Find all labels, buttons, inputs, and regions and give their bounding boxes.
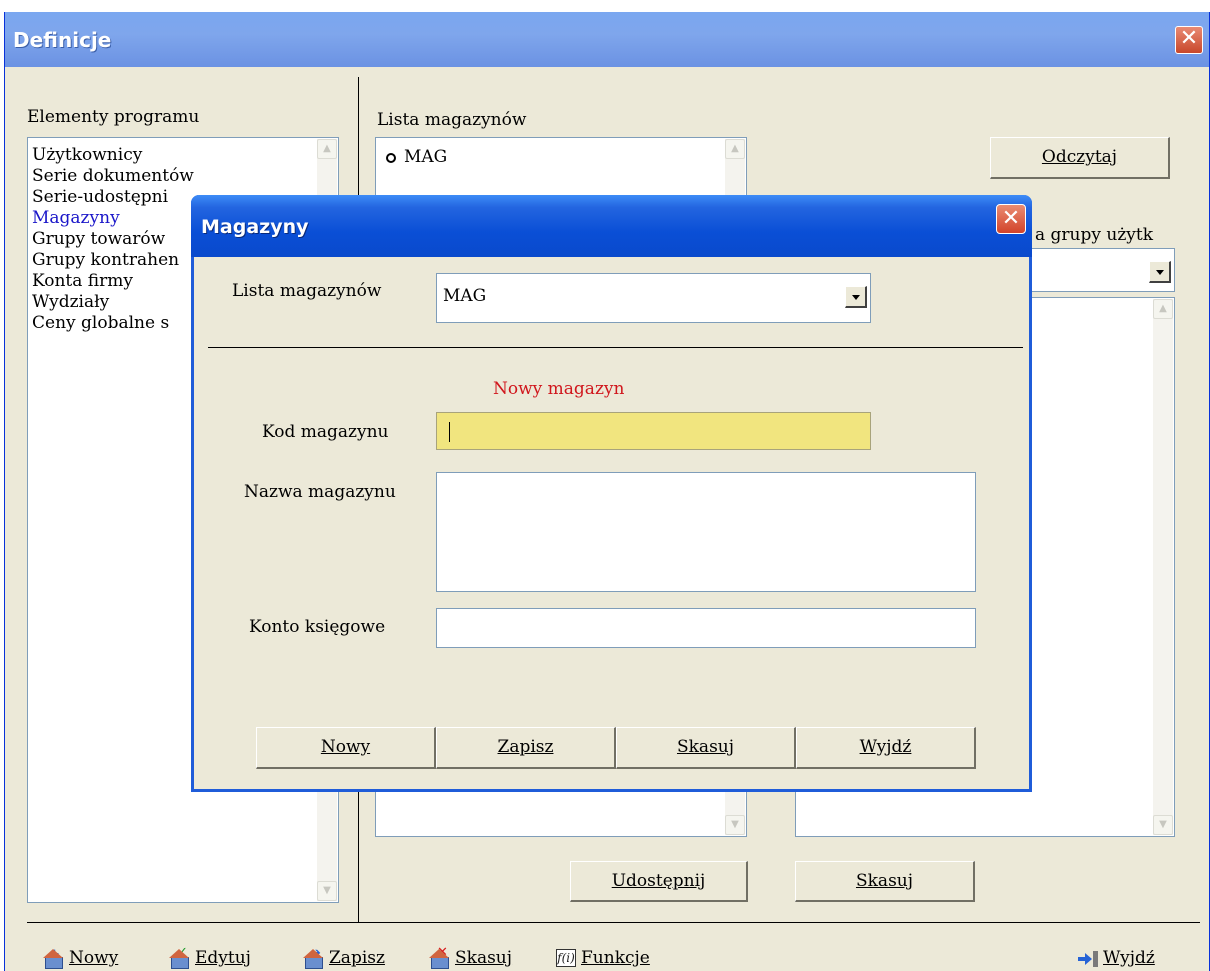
toolbar-save-button[interactable]: ➔ Zapisz — [303, 945, 385, 971]
toolbar-divider — [27, 922, 1200, 923]
window-title: Definicje — [13, 28, 112, 52]
share-button-label: Udostępnij — [611, 871, 706, 891]
scroll-down-icon[interactable]: ▼ — [725, 815, 745, 835]
dialog-close-button[interactable]: ✕ — [996, 204, 1026, 234]
read-button[interactable]: Odczytaj — [990, 137, 1170, 179]
dialog-exit-button-label: Wyjdź — [859, 737, 912, 757]
toolbar-exit-label: Wyjdź — [1103, 948, 1155, 968]
toolbar-exit-button[interactable]: Wyjdź — [1077, 945, 1155, 971]
toolbar-save-label: Zapisz — [329, 948, 385, 968]
save-icon: ➔ — [303, 947, 325, 969]
name-input[interactable] — [436, 472, 976, 592]
dialog-divider — [208, 347, 1023, 348]
functions-icon: f(i) — [555, 948, 577, 968]
chevron-down-icon[interactable] — [845, 286, 867, 308]
warehouse-item-mag[interactable]: MAG — [386, 148, 447, 167]
scroll-up-icon[interactable]: ▲ — [1153, 299, 1173, 319]
list-item-users[interactable]: Użytkownicy — [32, 146, 142, 165]
window-titlebar[interactable]: Definicje ✕ — [5, 12, 1209, 67]
dialog-delete-button-label: Skasuj — [676, 737, 735, 757]
scroll-up-icon[interactable]: ▲ — [725, 139, 745, 159]
toolbar-functions-button[interactable]: f(i) Funkcje — [555, 945, 650, 971]
warehouse-list-select[interactable]: MAG — [436, 273, 871, 323]
dialog-exit-button[interactable]: Wyjdź — [796, 727, 976, 769]
share-button[interactable]: Udostępnij — [570, 861, 748, 902]
toolbar-delete-label: Skasuj — [455, 948, 513, 968]
account-input[interactable] — [436, 608, 976, 648]
list-item-departments[interactable]: Wydziały — [32, 293, 109, 312]
delete-share-button-label: Skasuj — [855, 871, 914, 891]
new-warehouse-status: Nowy magazyn — [493, 379, 625, 399]
user-group-list-scrollbar[interactable]: ▲ ▼ — [1153, 299, 1173, 835]
chevron-down-icon[interactable] — [1149, 261, 1171, 283]
list-item-contractor-groups[interactable]: Grupy kontrahen — [32, 251, 179, 270]
dialog-delete-button[interactable]: Skasuj — [616, 727, 796, 769]
warehouse-item-label: MAG — [404, 147, 448, 167]
code-input[interactable] — [436, 412, 871, 450]
scroll-up-icon[interactable]: ▲ — [317, 139, 337, 159]
delete-share-button[interactable]: Skasuj — [795, 861, 975, 902]
dialog-save-button-label: Zapisz — [497, 737, 554, 757]
list-item-series-sharing[interactable]: Serie-udostępni — [32, 188, 168, 207]
scroll-down-icon[interactable]: ▼ — [317, 881, 337, 901]
user-group-select[interactable] — [1030, 248, 1175, 292]
toolbar-edit-label: Edytuj — [195, 948, 251, 968]
dialog-save-button[interactable]: Zapisz — [436, 727, 616, 769]
warehouse-list-label: Lista magazynów — [377, 110, 527, 130]
scroll-down-icon[interactable]: ▼ — [1153, 815, 1173, 835]
read-button-label: Odczytaj — [1041, 147, 1118, 167]
warehouse-list-select-value: MAG — [443, 286, 487, 306]
add-icon: + — [43, 948, 65, 969]
toolbar-functions-label: Funkcje — [581, 948, 650, 968]
code-label: Kod magazynu — [262, 422, 389, 442]
list-item-company-accounts[interactable]: Konta firmy — [32, 272, 133, 291]
dialog-title: Magazyny — [201, 216, 309, 238]
program-elements-label: Elementy programu — [27, 107, 200, 127]
account-label: Konto księgowe — [249, 617, 386, 637]
list-item-product-groups[interactable]: Grupy towarów — [32, 230, 165, 249]
dialog-list-label: Lista magazynów — [232, 281, 382, 301]
warehouses-dialog: Magazyny ✕ Lista magazynów MAG Nowy maga… — [191, 195, 1032, 792]
toolbar-new-label: Nowy — [69, 948, 119, 968]
window-close-button[interactable]: ✕ — [1175, 26, 1203, 54]
dialog-new-button[interactable]: Nowy — [256, 727, 436, 769]
user-group-label: a grupy użytk — [1035, 225, 1154, 245]
dialog-titlebar[interactable]: Magazyny ✕ — [191, 195, 1032, 257]
name-label: Nazwa magazynu — [244, 482, 396, 502]
dialog-body: Lista magazynów MAG Nowy magazyn Kod mag… — [194, 257, 1029, 792]
toolbar-edit-button[interactable]: ✓ Edytuj — [169, 945, 251, 971]
list-item-warehouses[interactable]: Magazyny — [32, 209, 120, 228]
list-item-global-prices[interactable]: Ceny globalne s — [32, 314, 169, 333]
functions-icon-text: f(i) — [556, 949, 576, 967]
radio-icon — [386, 152, 396, 163]
delete-icon: ✕ — [429, 946, 451, 969]
edit-icon: ✓ — [169, 946, 191, 969]
dialog-new-button-label: Nowy — [320, 737, 371, 757]
exit-icon — [1077, 948, 1099, 968]
list-item-document-series[interactable]: Serie dokumentów — [32, 167, 194, 186]
toolbar-new-button[interactable]: + Nowy — [43, 945, 118, 971]
text-caret — [449, 422, 450, 442]
toolbar-delete-button[interactable]: ✕ Skasuj — [429, 945, 512, 971]
